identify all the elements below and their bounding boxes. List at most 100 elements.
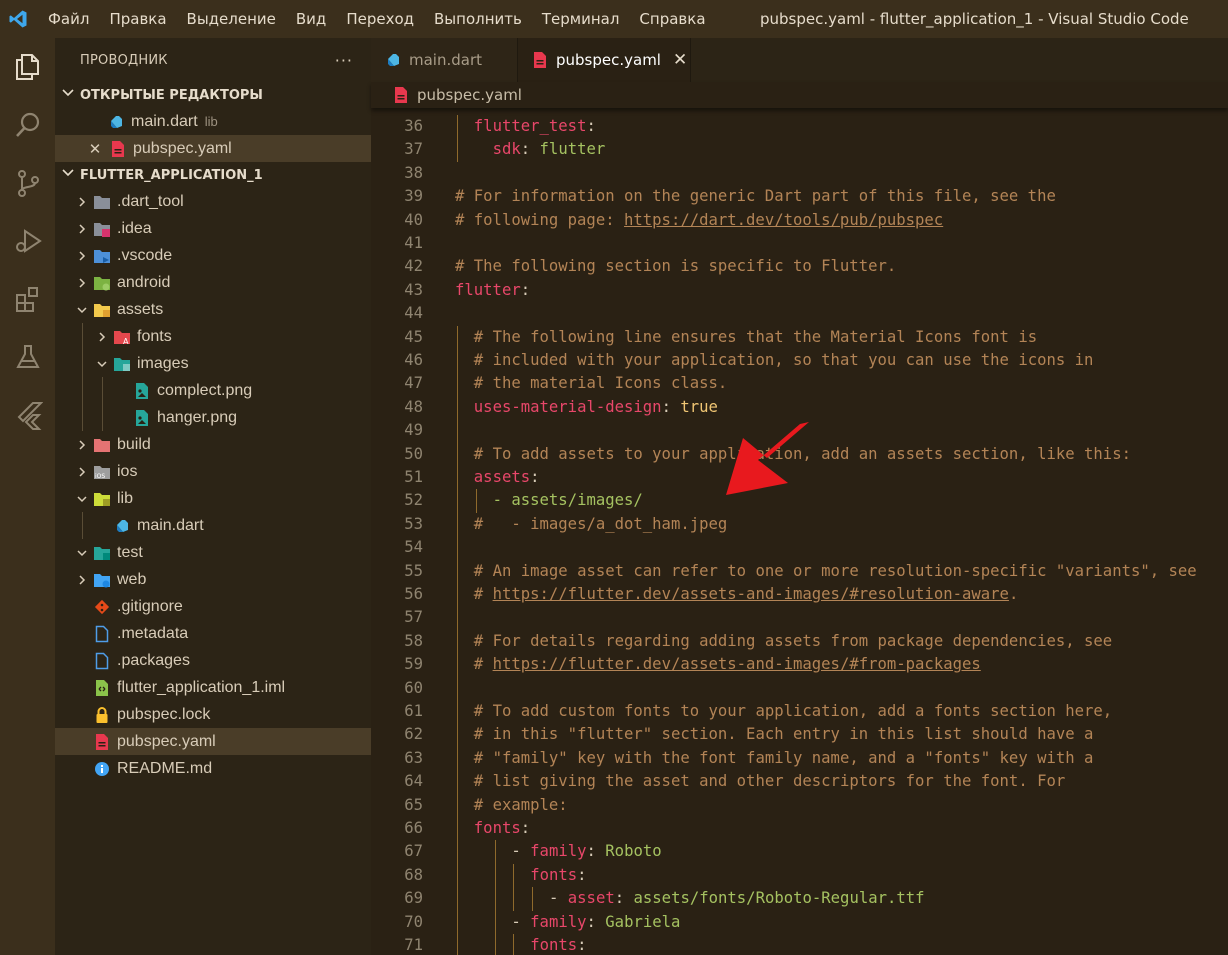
token-key: asset: [567, 889, 615, 908]
tree-item[interactable]: web: [55, 566, 371, 593]
line-number: 66: [404, 819, 423, 837]
line-number: 51: [404, 468, 423, 486]
search-icon[interactable]: [0, 96, 55, 154]
tree-item[interactable]: iOS ios: [55, 458, 371, 485]
line-number: 69: [404, 889, 423, 908]
tree-item[interactable]: flutter_application_1.iml: [55, 674, 371, 701]
menu-view[interactable]: Вид: [286, 0, 336, 38]
chevron-down-icon: [75, 303, 89, 317]
tree-item[interactable]: Afonts: [55, 323, 371, 350]
menu-edit[interactable]: Правка: [99, 0, 176, 38]
dart-file-icon: [113, 517, 131, 535]
menu-run[interactable]: Выполнить: [424, 0, 532, 38]
source-control-icon[interactable]: [0, 154, 55, 212]
tree-item[interactable]: lib: [55, 485, 371, 512]
project-section[interactable]: FLUTTER_APPLICATION_1: [55, 162, 371, 188]
token-link[interactable]: https://flutter.dev/assets-and-images/#f…: [493, 655, 981, 673]
tree-item[interactable]: pubspec.lock: [55, 701, 371, 728]
line-number: 62: [404, 725, 423, 744]
open-editor-name: pubspec.yaml: [133, 139, 232, 157]
token-key: fonts: [530, 936, 578, 954]
tree-item-label: android: [117, 273, 171, 291]
close-tab-icon[interactable]: ✕: [673, 50, 687, 70]
code-line: 62 # in this "flutter" section. Each entr…: [371, 723, 1228, 746]
menu-file[interactable]: Файл: [36, 0, 99, 38]
close-editor-icon[interactable]: ✕: [87, 140, 103, 158]
code-line: 44: [371, 302, 1228, 325]
code-line: 52 - assets/images/: [371, 489, 1228, 512]
tree-item[interactable]: .vscode: [55, 242, 371, 269]
breadcrumb-item[interactable]: pubspec.yaml: [417, 86, 522, 104]
line-number: 65: [404, 795, 423, 814]
code-text: # For information on the generic Dart pa…: [455, 185, 1056, 208]
code-line: 45 # The following line ensures that the …: [371, 326, 1228, 349]
token-link[interactable]: https://dart.dev/tools/pub/pubspec: [624, 211, 943, 229]
tree-item[interactable]: images: [55, 350, 371, 377]
yaml-file-icon: [393, 86, 409, 104]
tree-item[interactable]: .gitignore: [55, 593, 371, 620]
chevron-right-icon: [75, 222, 89, 236]
folder-test-icon: [93, 544, 111, 562]
line-number: 71: [404, 936, 423, 954]
menu-terminal[interactable]: Терминал: [532, 0, 630, 38]
menu-selection[interactable]: Выделение: [177, 0, 286, 38]
open-editor-main-dart[interactable]: main.dart lib: [55, 108, 371, 135]
tree-item[interactable]: .packages: [55, 647, 371, 674]
iml-file-icon: [93, 679, 111, 697]
token-com: # To add custom fonts to your applicatio…: [473, 702, 1113, 720]
tree-item-label: complect.png: [157, 381, 253, 399]
token-key: flutter: [455, 280, 521, 299]
tree-item-label: .vscode: [117, 246, 173, 264]
folder-build-icon: [93, 436, 111, 454]
tree-item[interactable]: .metadata: [55, 620, 371, 647]
tree-item[interactable]: android: [55, 269, 371, 296]
code-line: 59 # https://flutter.dev/assets-and-image…: [371, 653, 1228, 676]
tab-pubspec-yaml[interactable]: pubspec.yaml ✕: [518, 38, 691, 82]
file-tree: .dart_tool .idea .vscode android assets Afont…: [55, 188, 371, 782]
folder-ios-icon: iOS: [93, 463, 111, 481]
tree-item[interactable]: build: [55, 431, 371, 458]
open-editors-label: ОТКРЫТЫЕ РЕДАКТОРЫ: [80, 87, 263, 103]
chevron-right-icon: [75, 573, 89, 587]
code-line: 38: [371, 162, 1228, 185]
token-punct: -: [511, 842, 531, 861]
code-line: 63 # "family" key with the font family na…: [371, 747, 1228, 770]
line-number: 60: [404, 678, 423, 697]
code-editor[interactable]: 36 flutter_test: 37 sdk: flutter 38 39 # For i…: [371, 112, 1228, 955]
title-bar: Файл Правка Выделение Вид Переход Выполн…: [0, 0, 1228, 38]
tree-item[interactable]: .dart_tool: [55, 188, 371, 215]
token-val: flutter: [539, 140, 606, 159]
tree-item[interactable]: assets: [55, 296, 371, 323]
tree-item[interactable]: pubspec.yaml: [55, 728, 371, 755]
line-number: 61: [404, 702, 423, 720]
extensions-icon[interactable]: [0, 270, 55, 328]
indent-guide: [494, 840, 496, 955]
more-actions-button[interactable]: ···: [335, 51, 353, 70]
testing-icon[interactable]: [0, 328, 55, 386]
tree-item[interactable]: .idea: [55, 215, 371, 242]
token-link[interactable]: https://flutter.dev/assets-and-images/#r…: [493, 585, 1009, 603]
tree-item[interactable]: README.md: [55, 755, 371, 782]
explorer-title: ПРОВОДНИК: [80, 52, 168, 68]
tab-main-dart[interactable]: main.dart: [371, 38, 518, 82]
code-text: fonts:: [530, 934, 586, 955]
line-number: 39: [404, 187, 423, 206]
open-editor-pubspec-yaml[interactable]: ✕ pubspec.yaml: [55, 135, 371, 162]
open-editors-section[interactable]: ОТКРЫТЫЕ РЕДАКТОРЫ: [55, 82, 371, 108]
tab-label: main.dart: [409, 51, 483, 69]
menu-go[interactable]: Переход: [336, 0, 424, 38]
menu-help[interactable]: Справка: [629, 0, 715, 38]
code-text: # "family" key with the font family name…: [474, 747, 1094, 770]
tree-item-label: assets: [117, 300, 164, 318]
tree-item[interactable]: test: [55, 539, 371, 566]
tree-item-label: README.md: [117, 759, 213, 777]
tree-item[interactable]: main.dart: [55, 512, 371, 539]
indent-guide: [532, 887, 534, 911]
chevron-right-icon: [75, 276, 89, 290]
run-debug-icon[interactable]: [0, 212, 55, 270]
code-text: assets:: [474, 466, 540, 489]
explorer-icon[interactable]: [0, 38, 55, 96]
flutter-icon[interactable]: [0, 386, 55, 444]
